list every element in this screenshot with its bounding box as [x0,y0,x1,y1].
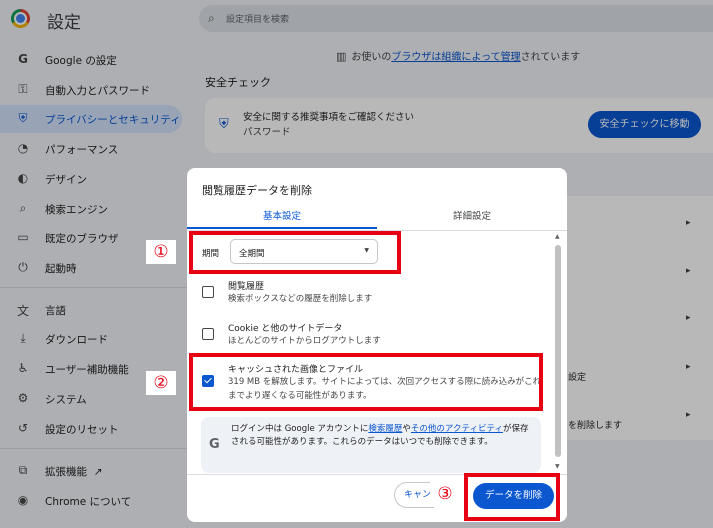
scrollbar-thumb[interactable] [555,245,561,457]
notice-text: ログイン中は Google アカウントに検索履歴やその他のアクティビティが保存さ… [231,424,529,447]
option-description: 検索ボックスなどの履歴を削除します [228,294,373,304]
cookies-checkbox[interactable] [202,328,214,340]
active-tab-indicator [187,227,377,229]
search-history-link[interactable]: 検索履歴 [368,424,402,434]
clear-browsing-data-dialog: 閲覧履歴データを削除 基本設定 詳細設定 期間 全期間 ▼ 閲覧履歴 検索ボック… [187,168,567,522]
tab-advanced[interactable]: 詳細設定 [377,208,567,232]
option-description: ほとんどのサイトからログアウトします [228,336,381,346]
callout-box-3 [464,473,560,521]
callout-box-2 [189,353,543,411]
callout-box-1 [189,231,401,274]
option-title: 閲覧履歴 [228,282,265,292]
google-g-icon: G [209,437,220,452]
callout-number-2: ② [146,371,176,395]
cancel-button[interactable]: キャンセル [394,482,434,508]
callout-number-1: ① [146,240,176,264]
other-activity-link[interactable]: その他のアクティビティ [411,424,503,434]
option-title: Cookie と他のサイトデータ [228,324,343,334]
dialog-title: 閲覧履歴データを削除 [202,184,312,197]
browsing-history-checkbox[interactable] [202,286,214,298]
scroll-up-arrow-icon[interactable]: ▲ [555,233,560,240]
google-account-notice: G ログイン中は Google アカウントに検索履歴やその他のアクティビティが保… [201,417,541,473]
callout-number-3: ③ [430,482,460,506]
scrollbar[interactable]: ▲ ▼ [553,231,563,474]
scroll-down-arrow-icon[interactable]: ▼ [555,463,560,470]
